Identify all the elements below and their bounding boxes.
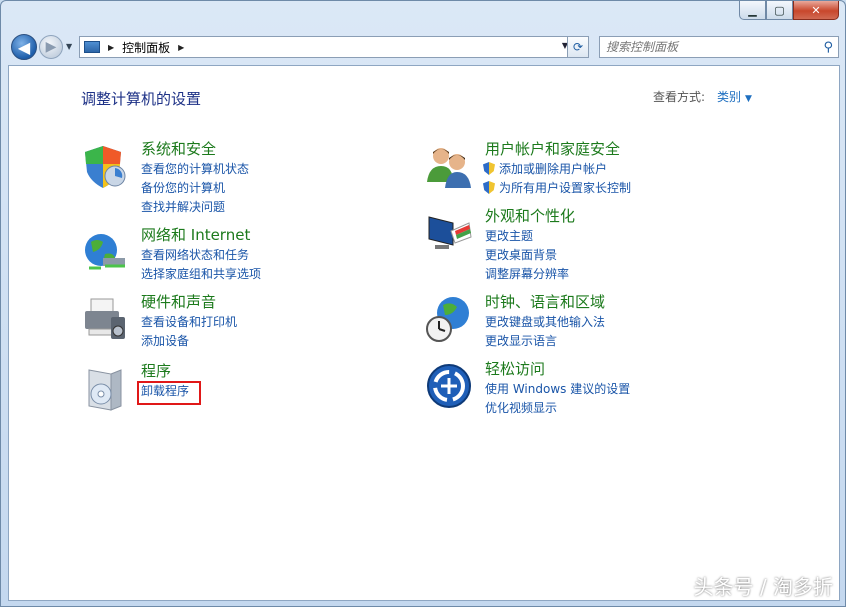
network-globe-icon [85, 234, 125, 270]
view-by-dropdown[interactable]: 类别 ▼ [717, 88, 752, 105]
breadcrumb-chevron-icon[interactable]: ▶ [108, 43, 114, 52]
navigation-bar: ◀ ▶ ▼ ▶ 控制面板 ▶ ▼ ⟳ ⚲ [9, 33, 839, 61]
security-shield-icon [85, 146, 126, 188]
caption-buttons: ▁ ▢ ✕ [739, 1, 839, 21]
link-homegroup-sharing[interactable]: 选择家庭组和共享选项 [141, 265, 261, 282]
forward-button[interactable]: ▶ [39, 35, 63, 59]
link-troubleshoot[interactable]: 查找并解决问题 [141, 198, 225, 215]
maximize-button[interactable]: ▢ [766, 1, 793, 20]
link-desktop-background[interactable]: 更改桌面背景 [485, 246, 557, 263]
category-title-hardware-sound[interactable]: 硬件和声音 [141, 291, 216, 312]
page-title: 调整计算机的设置 [81, 90, 202, 108]
link-devices-printers[interactable]: 查看设备和打印机 [141, 313, 237, 330]
chevron-down-icon[interactable]: ▼ [745, 94, 752, 104]
search-input[interactable] [606, 40, 816, 54]
refresh-button[interactable]: ⟳ [567, 36, 589, 58]
link-keyboard-input[interactable]: 更改键盘或其他输入法 [485, 313, 605, 330]
category-title-programs[interactable]: 程序 [141, 360, 171, 381]
category-title-user-accounts[interactable]: 用户帐户和家庭安全 [485, 138, 620, 159]
control-panel-icon [84, 41, 100, 53]
back-button[interactable]: ◀ [11, 34, 37, 60]
view-by-value[interactable]: 类别 [717, 90, 741, 104]
content-pane: 调整计算机的设置 查看方式: 类别 ▼ 系统和安全 查看您的计算机状态 备份您的计… [8, 65, 840, 601]
appearance-monitor-icon [428, 216, 472, 249]
link-change-theme[interactable]: 更改主题 [485, 227, 533, 244]
printer-icon [85, 298, 125, 339]
minimize-button[interactable]: ▁ [739, 1, 766, 20]
users-icon [427, 148, 471, 188]
breadcrumb-control-panel[interactable]: 控制面板 [122, 39, 170, 56]
uac-shield-icon [483, 162, 495, 175]
search-box: ⚲ [599, 36, 839, 58]
link-view-computer-status[interactable]: 查看您的计算机状态 [141, 160, 249, 177]
link-parental-controls-text[interactable]: 为所有用户设置家长控制 [499, 181, 631, 195]
uac-shield-icon [483, 181, 495, 194]
link-display-language[interactable]: 更改显示语言 [485, 332, 557, 349]
link-network-status[interactable]: 查看网络状态和任务 [141, 246, 249, 263]
highlight-box [137, 381, 201, 405]
history-dropdown-icon[interactable]: ▼ [66, 42, 72, 51]
link-add-remove-accounts[interactable]: 添加或删除用户帐户 [483, 160, 607, 177]
category-title-clock-region[interactable]: 时钟、语言和区域 [485, 291, 605, 312]
breadcrumb-chevron-icon[interactable]: ▶ [178, 43, 184, 52]
link-add-remove-accounts-text[interactable]: 添加或删除用户帐户 [499, 162, 607, 176]
close-button[interactable]: ✕ [793, 1, 839, 20]
programs-box-icon [88, 369, 122, 411]
link-parental-controls[interactable]: 为所有用户设置家长控制 [483, 179, 631, 196]
category-title-network-internet[interactable]: 网络和 Internet [141, 224, 250, 245]
link-recommended-settings[interactable]: 使用 Windows 建议的设置 [485, 380, 630, 397]
link-backup-computer[interactable]: 备份您的计算机 [141, 179, 225, 196]
link-add-device[interactable]: 添加设备 [141, 332, 189, 349]
address-bar[interactable]: ▶ 控制面板 ▶ ▼ [79, 36, 573, 58]
link-screen-resolution[interactable]: 调整屏幕分辨率 [485, 265, 569, 282]
control-panel-window: ▁ ▢ ✕ ◀ ▶ ▼ ▶ 控制面板 ▶ ▼ ⟳ ⚲ 调整计算机的设置 查看方式… [0, 0, 846, 607]
view-by-label: 查看方式: [653, 90, 706, 104]
category-title-system-security[interactable]: 系统和安全 [141, 138, 216, 159]
category-title-appearance[interactable]: 外观和个性化 [485, 205, 575, 226]
search-icon[interactable]: ⚲ [823, 40, 833, 55]
link-optimize-display[interactable]: 优化视频显示 [485, 399, 557, 416]
clock-globe-icon [426, 297, 469, 342]
category-title-ease-of-access[interactable]: 轻松访问 [485, 358, 545, 379]
ease-of-access-icon [427, 364, 471, 408]
watermark-text: 头条号 / 淘多折 [693, 575, 833, 599]
